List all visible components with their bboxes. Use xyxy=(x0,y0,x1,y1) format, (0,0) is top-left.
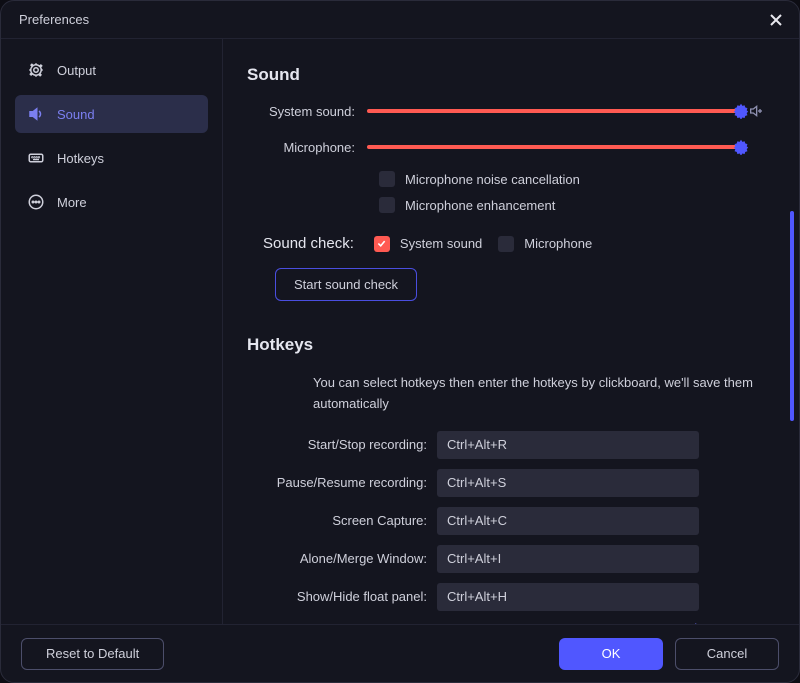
sound-heading: Sound xyxy=(247,65,765,85)
microphone-thumb[interactable] xyxy=(733,139,749,155)
sound-icon xyxy=(27,105,45,123)
sc-mic-row: Microphone xyxy=(498,236,592,252)
output-icon xyxy=(27,61,45,79)
mic-noise-checkbox[interactable] xyxy=(379,171,395,187)
hotkey-label: Alone/Merge Window: xyxy=(247,551,437,566)
system-sound-slider-wrap xyxy=(367,103,765,119)
sidebar-item-label: Hotkeys xyxy=(57,151,104,166)
sc-mic-checkbox[interactable] xyxy=(498,236,514,252)
sc-system-label: System sound xyxy=(400,236,482,251)
sidebar-item-label: Sound xyxy=(57,107,95,122)
sound-check-label: Sound check: xyxy=(263,235,358,252)
cancel-button[interactable]: Cancel xyxy=(675,638,779,670)
content-wrap: Sound System sound: xyxy=(223,39,799,624)
hotkey-input-screen-capture[interactable] xyxy=(437,507,699,535)
sound-check-row: Sound check: System sound Microphone xyxy=(247,235,765,252)
mic-noise-row: Microphone noise cancellation xyxy=(379,171,765,187)
mic-options: Microphone noise cancellation Microphone… xyxy=(379,171,765,213)
sidebar-item-hotkeys[interactable]: Hotkeys xyxy=(15,139,208,177)
reset-to-default-button[interactable]: Reset to Default xyxy=(21,638,164,670)
ok-button[interactable]: OK xyxy=(559,638,663,670)
content: Sound System sound: xyxy=(223,39,799,624)
hotkey-row: Screen Capture: xyxy=(247,507,765,535)
titlebar: Preferences xyxy=(1,1,799,39)
preferences-window: Preferences Output Sound xyxy=(0,0,800,683)
hotkey-row: Pause/Resume recording: xyxy=(247,469,765,497)
system-sound-thumb[interactable] xyxy=(733,103,749,119)
sidebar-item-sound[interactable]: Sound xyxy=(15,95,208,133)
close-icon xyxy=(769,13,783,27)
more-icon xyxy=(27,193,45,211)
restore-hotkeys-link[interactable]: Restore Hotkeys xyxy=(247,621,721,624)
system-sound-slider[interactable] xyxy=(367,109,739,113)
hotkey-label: Show/Hide float panel: xyxy=(247,589,437,604)
sidebar: Output Sound Hotkeys More xyxy=(1,39,223,624)
hotkey-row: Show/Hide float panel: xyxy=(247,583,765,611)
mic-enhance-checkbox[interactable] xyxy=(379,197,395,213)
body: Output Sound Hotkeys More xyxy=(1,39,799,624)
hotkey-input-alone-merge[interactable] xyxy=(437,545,699,573)
close-button[interactable] xyxy=(765,9,787,31)
hotkey-label: Start/Stop recording: xyxy=(247,437,437,452)
keyboard-icon xyxy=(27,149,45,167)
microphone-slider[interactable] xyxy=(367,145,739,149)
volume-up-icon[interactable] xyxy=(747,103,765,119)
sidebar-item-output[interactable]: Output xyxy=(15,51,208,89)
hotkey-input-start-stop[interactable] xyxy=(437,431,699,459)
sc-mic-label: Microphone xyxy=(524,236,592,251)
start-sound-check-button[interactable]: Start sound check xyxy=(275,268,417,301)
window-title: Preferences xyxy=(19,12,89,27)
system-sound-label: System sound: xyxy=(247,104,367,119)
hotkey-label: Screen Capture: xyxy=(247,513,437,528)
mic-enhance-row: Microphone enhancement xyxy=(379,197,765,213)
microphone-label: Microphone: xyxy=(247,140,367,155)
sc-system-checkbox[interactable] xyxy=(374,236,390,252)
check-icon xyxy=(376,238,387,249)
hotkey-row: Start/Stop recording: xyxy=(247,431,765,459)
hotkey-row: Alone/Merge Window: xyxy=(247,545,765,573)
mic-enhance-label: Microphone enhancement xyxy=(405,198,555,213)
microphone-slider-wrap xyxy=(367,139,765,155)
hotkey-label: Pause/Resume recording: xyxy=(247,475,437,490)
sidebar-item-label: Output xyxy=(57,63,96,78)
mic-noise-label: Microphone noise cancellation xyxy=(405,172,580,187)
hotkeys-heading: Hotkeys xyxy=(247,335,765,355)
system-sound-row: System sound: xyxy=(247,103,765,119)
microphone-row: Microphone: xyxy=(247,139,765,155)
hotkey-input-pause-resume[interactable] xyxy=(437,469,699,497)
footer: Reset to Default OK Cancel xyxy=(1,624,799,682)
sc-system-row: System sound xyxy=(374,236,482,252)
sidebar-item-more[interactable]: More xyxy=(15,183,208,221)
hotkey-input-float-panel[interactable] xyxy=(437,583,699,611)
hotkeys-intro: You can select hotkeys then enter the ho… xyxy=(313,373,765,415)
sidebar-item-label: More xyxy=(57,195,87,210)
